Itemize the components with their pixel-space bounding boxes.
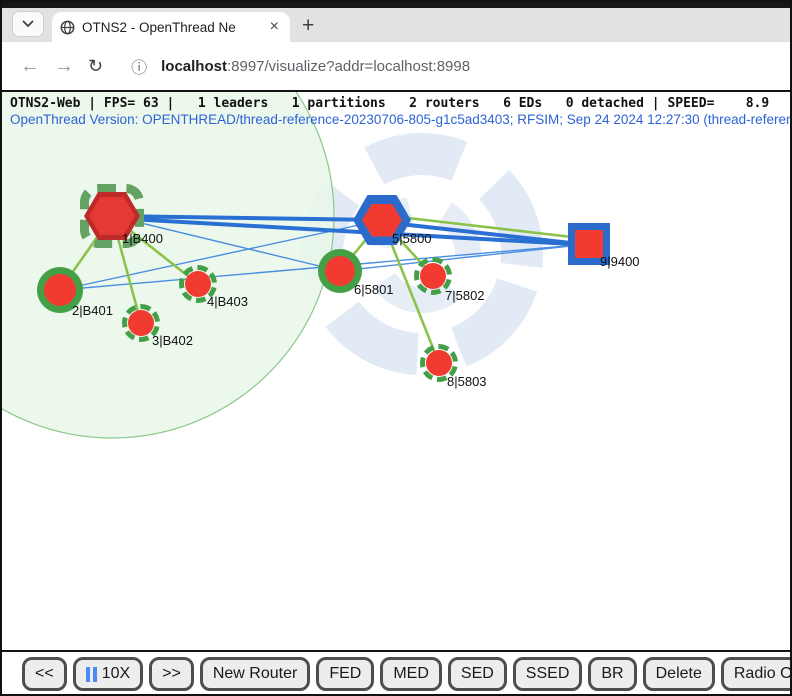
node-6-label: 6|5801 xyxy=(354,282,394,297)
radio-off-button[interactable]: Radio Off xyxy=(721,657,790,691)
url-host: localhost xyxy=(161,58,227,75)
network-links-layer xyxy=(2,92,790,650)
speed-down-button-label: << xyxy=(35,665,54,683)
node-2-core xyxy=(44,274,76,306)
delete-button-label: Delete xyxy=(656,665,702,683)
pause-speed-button-label: 10X xyxy=(102,665,130,683)
node-8-label: 8|5803 xyxy=(447,374,487,389)
node-9-core xyxy=(575,230,603,258)
pause-icon xyxy=(86,667,97,682)
fed-button[interactable]: FED xyxy=(316,657,374,691)
node-1-label: 1|B400 xyxy=(122,231,163,246)
node-6-core xyxy=(325,256,355,286)
reload-icon[interactable]: ↻ xyxy=(88,56,103,77)
node-8-core xyxy=(426,350,452,376)
new-router-button[interactable]: New Router xyxy=(200,657,310,691)
sed-button[interactable]: SED xyxy=(448,657,507,691)
browser-tab[interactable]: OTNS2 - OpenThread Ne × xyxy=(52,12,290,42)
radio-range-circle xyxy=(2,92,334,438)
tab-close-icon[interactable]: × xyxy=(267,19,282,35)
speed-up-button-label: >> xyxy=(162,665,181,683)
chevron-down-icon xyxy=(22,20,34,28)
forward-icon[interactable]: → xyxy=(54,55,74,78)
tab-strip: OTNS2 - OpenThread Ne × + xyxy=(2,8,790,42)
status-bar: OTNS2-Web | FPS= 63 | 1 leaders 1 partit… xyxy=(10,96,769,111)
back-icon[interactable]: ← xyxy=(20,55,40,78)
new-tab-button[interactable]: + xyxy=(290,14,326,42)
address-input[interactable]: localhost:8997/visualize?addr=localhost:… xyxy=(161,58,470,75)
new-router-button-label: New Router xyxy=(213,665,297,683)
node-4-label: 4|B403 xyxy=(207,294,248,309)
action-toolbar: << 10X >> New Router FED MED SED SSED BR Delete Ra… xyxy=(2,652,790,696)
node-7-core xyxy=(420,263,446,289)
br-button-label: BR xyxy=(601,665,623,683)
tab-search-button[interactable] xyxy=(12,11,44,37)
speed-up-button[interactable]: >> xyxy=(149,657,194,691)
med-button-label: MED xyxy=(393,665,429,683)
node-5-label: 5|5800 xyxy=(392,231,432,246)
ssed-button[interactable]: SSED xyxy=(513,657,583,691)
node-3-core xyxy=(128,310,154,336)
network-canvas[interactable]: OTNS2-Web | FPS= 63 | 1 leaders 1 partit… xyxy=(2,92,790,650)
sed-button-label: SED xyxy=(461,665,494,683)
speed-down-button[interactable]: << xyxy=(22,657,67,691)
site-info-icon[interactable]: ⓘ xyxy=(131,54,147,78)
node-3-label: 3|B402 xyxy=(152,333,193,348)
med-button[interactable]: MED xyxy=(380,657,442,691)
pause-speed-button[interactable]: 10X xyxy=(73,657,143,691)
tab-title: OTNS2 - OpenThread Ne xyxy=(82,20,260,35)
globe-favicon-icon xyxy=(60,20,75,35)
node-9-label: 9|9400 xyxy=(600,254,640,269)
node-2-label: 2|B401 xyxy=(72,303,113,318)
radio-off-button-label: Radio Off xyxy=(734,665,790,683)
br-button[interactable]: BR xyxy=(588,657,636,691)
node-7-label: 7|5802 xyxy=(445,288,485,303)
delete-button[interactable]: Delete xyxy=(643,657,715,691)
fed-button-label: FED xyxy=(329,665,361,683)
url-path: :8997/visualize?addr=localhost:8998 xyxy=(227,58,470,75)
url-bar: ← → ↻ ⓘ localhost:8997/visualize?addr=lo… xyxy=(2,42,790,90)
version-line: OpenThread Version: OPENTHREAD/thread-re… xyxy=(10,112,790,127)
ssed-button-label: SSED xyxy=(526,665,570,683)
browser-window: OTNS2 - OpenThread Ne × + ← → ↻ ⓘ localh… xyxy=(0,0,792,696)
